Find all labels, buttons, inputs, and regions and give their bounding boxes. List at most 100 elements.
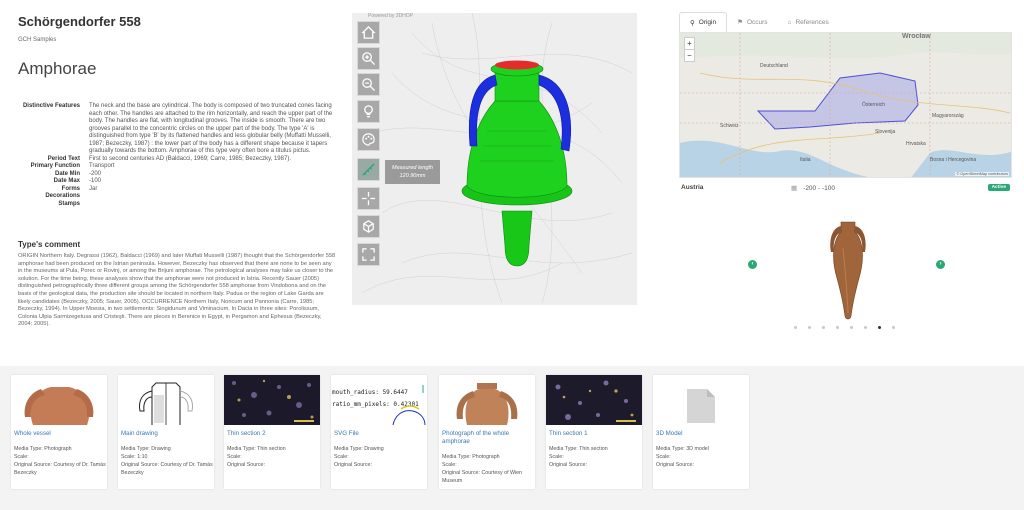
media-source: Original Source: Courtesy of Dr. Tamás B…	[14, 462, 106, 476]
tag-icon: ⌂	[787, 18, 792, 26]
svg-file-drawing	[392, 385, 426, 425]
carousel-next-button[interactable]: ›	[936, 260, 945, 269]
media-title[interactable]: Main drawing	[121, 430, 213, 438]
whole-amphorae-photo	[439, 375, 535, 425]
zoom-in-icon	[362, 52, 376, 66]
property-value: Jar	[89, 185, 98, 192]
media-thumbnail	[439, 375, 535, 425]
media-type: Media Type: Thin section	[549, 446, 608, 452]
map-zoom-out-button[interactable]: −	[685, 49, 694, 61]
media-source: Original Source: Courtesy of Dr. Tamás B…	[121, 462, 213, 476]
image-carousel: ‹ ›	[747, 210, 947, 335]
media-type: Media Type: Photograph	[14, 446, 72, 452]
media-scale: Scale:	[227, 454, 242, 460]
property-value: The neck and the base are cylindrical. T…	[89, 103, 333, 154]
carousel-prev-button[interactable]: ‹	[748, 260, 757, 269]
viewer-caption: Powered by 3DHOP	[368, 13, 414, 19]
media-title[interactable]: 3D Model	[656, 430, 748, 438]
media-source: Original Source: Courtesy of Wien Museum	[442, 470, 523, 484]
origin-region: Austria	[681, 184, 704, 191]
light-button[interactable]	[357, 100, 380, 123]
zoom-out-button[interactable]	[357, 73, 380, 96]
property-row: Stamps	[18, 201, 338, 209]
measure-value: 120.90mm	[399, 173, 426, 179]
media-strip: Whole vessel Media Type: Photograph Scal…	[0, 366, 1024, 510]
date-range-text: -200 - -100	[803, 184, 835, 192]
carousel-image[interactable]	[823, 218, 873, 322]
measure-readout: Measured length 120.90mm	[385, 160, 440, 184]
media-card[interactable]: Photograph of the whole amphorae Media T…	[439, 375, 535, 489]
color-button[interactable]	[357, 128, 380, 151]
media-scale: Scale:	[549, 454, 564, 460]
media-title[interactable]: Whole vessel	[14, 430, 106, 438]
map-label: Wrocław	[902, 33, 931, 40]
media-card[interactable]: 3D Model Media Type: 3D model Scale: Ori…	[653, 375, 749, 489]
measure-button[interactable]	[357, 158, 380, 181]
media-meta: Media Type: 3D model Scale: Original Sou…	[656, 445, 748, 469]
media-card[interactable]: Thin section 2 Media Type: Thin section …	[224, 375, 320, 489]
origin-info: Austria ▦ -200 - -100 Active	[681, 184, 1012, 194]
carousel-dots	[794, 326, 895, 329]
carousel-dot[interactable]	[822, 326, 825, 329]
fullscreen-icon	[362, 248, 375, 261]
tab-label: Origin	[698, 19, 717, 26]
media-meta: Media Type: Thin section Scale: Original…	[549, 445, 641, 469]
carousel-dot[interactable]	[850, 326, 853, 329]
media-title[interactable]: Photograph of the whole amphorae	[442, 430, 534, 445]
property-key: Stamps	[58, 200, 80, 207]
carousel-dot[interactable]	[794, 326, 797, 329]
map-zoom-in-button[interactable]: +	[685, 38, 694, 49]
media-title[interactable]: SVG File	[334, 430, 426, 438]
tab-references[interactable]: ⌂ References	[778, 12, 839, 32]
origin-date: ▦ -200 - -100	[791, 184, 835, 193]
measure-label: Measured length	[392, 165, 433, 171]
tab-occurs[interactable]: ⚑ Occurs	[727, 12, 777, 32]
media-card[interactable]: Thin section 1 Media Type: Thin section …	[546, 375, 642, 489]
3d-viewer[interactable]: Powered by 3DHOP Measured length 120.90m…	[352, 13, 637, 305]
carousel-dot-active[interactable]	[878, 326, 881, 329]
section-button[interactable]	[357, 215, 380, 238]
carousel-dot[interactable]	[864, 326, 867, 329]
fullscreen-button[interactable]	[357, 243, 380, 266]
carousel-dot[interactable]	[892, 326, 895, 329]
map-zoom-control: + −	[684, 37, 695, 62]
property-key: Date Min	[54, 170, 80, 177]
media-type: Media Type: Photograph	[442, 454, 500, 460]
carousel-dot[interactable]	[808, 326, 811, 329]
media-title[interactable]: Thin section 2	[227, 430, 319, 438]
zoom-out-icon	[362, 78, 376, 92]
media-title[interactable]: Thin section 1	[549, 430, 641, 438]
zoom-in-button[interactable]	[357, 47, 380, 70]
media-type: Media Type: 3D model	[656, 446, 709, 452]
collection-subtitle: GCH Samples	[18, 37, 57, 43]
property-key: Primary Function	[30, 163, 80, 169]
home-button[interactable]	[357, 21, 380, 44]
light-icon	[364, 105, 373, 118]
media-scale: Scale:	[442, 462, 457, 468]
media-meta: Media Type: Photograph Scale: Original S…	[14, 445, 106, 477]
media-source: Original Source:	[549, 462, 587, 468]
media-card[interactable]: Main drawing Media Type: Drawing Scale: …	[118, 375, 214, 489]
media-source: Original Source:	[656, 462, 694, 468]
media-type: Media Type: Drawing	[121, 446, 171, 452]
media-type: Media Type: Drawing	[334, 446, 384, 452]
pick-point-button[interactable]	[357, 187, 380, 210]
carousel-dot[interactable]	[836, 326, 839, 329]
property-key: Decorations	[45, 193, 80, 199]
media-card[interactable]: Whole vessel Media Type: Photograph Scal…	[11, 375, 107, 489]
amphora-3d-model[interactable]	[447, 51, 587, 301]
media-card[interactable]: mouth_radius: 59.6447 ratio_mm_pixels: 0…	[331, 375, 427, 489]
property-value: -200	[89, 170, 102, 177]
thin-section-1-image	[546, 375, 642, 425]
map-attribution[interactable]: © OpenStreetMap contributors	[955, 172, 1009, 176]
detail-tabs: ⚲ Origin ⚑ Occurs ⌂ References	[679, 12, 839, 32]
media-thumbnail: mouth_radius: 59.6447 ratio_mm_pixels: 0…	[331, 375, 427, 425]
measure-icon	[362, 163, 375, 176]
origin-map[interactable]: + − Wrocław Österreich Magyarország Hrva…	[679, 32, 1012, 178]
media-meta: Media Type: Thin section Scale: Original…	[227, 445, 319, 469]
media-thumbnail	[546, 375, 642, 425]
property-key: Distinctive Features	[22, 103, 80, 109]
media-thumbnail	[11, 375, 107, 425]
map-pin-icon: ⚲	[690, 19, 695, 27]
tab-origin[interactable]: ⚲ Origin	[679, 12, 728, 32]
